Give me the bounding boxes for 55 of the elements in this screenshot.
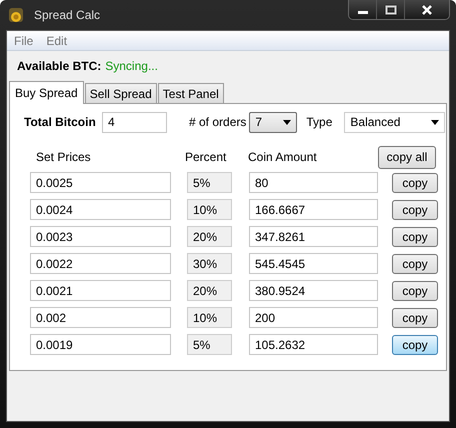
available-label: Available BTC:: [17, 59, 102, 75]
copy-button[interactable]: copy: [392, 172, 438, 192]
amount-field[interactable]: 105.2632: [249, 334, 378, 355]
minimize-icon: [358, 11, 368, 14]
menu-item[interactable]: File: [14, 34, 34, 48]
amount-field[interactable]: 347.8261: [249, 226, 378, 247]
price-field[interactable]: 0.0023: [30, 226, 171, 247]
column-header: Set Prices: [36, 150, 92, 164]
price-field[interactable]: 0.0022: [30, 253, 171, 274]
orders-dropdown[interactable]: 7: [249, 112, 298, 132]
copy-button[interactable]: copy: [392, 280, 438, 300]
type-label: Type: [306, 115, 332, 129]
price-field[interactable]: 0.0024: [30, 199, 171, 220]
orders-label: # of orders: [189, 115, 246, 129]
copy-button[interactable]: copy: [392, 226, 438, 246]
amount-field[interactable]: 80: [249, 172, 378, 193]
percent-field: 30%: [187, 253, 232, 274]
tab[interactable]: Sell Spread: [84, 83, 157, 103]
percent-field: 10%: [187, 307, 232, 328]
tab[interactable]: Buy Spread: [9, 81, 84, 104]
dropdown-arrow-icon: [283, 120, 292, 124]
amount-field[interactable]: 200: [249, 307, 378, 328]
copy-all-button[interactable]: copy all: [378, 146, 436, 168]
menu-item[interactable]: Edit: [46, 34, 68, 48]
percent-field: 5%: [187, 172, 232, 193]
price-field[interactable]: 0.002: [30, 307, 171, 328]
percent-field: 20%: [187, 280, 232, 301]
close-button[interactable]: [405, 0, 449, 19]
window-title: Spread Calc: [34, 8, 100, 22]
column-header: Percent: [185, 150, 228, 164]
percent-field: 5%: [187, 334, 232, 355]
app-icon: [8, 7, 24, 23]
amount-field[interactable]: 380.9524: [249, 280, 378, 301]
amount-field[interactable]: 545.4545: [249, 253, 378, 274]
minimize-button[interactable]: [349, 0, 377, 19]
copy-button[interactable]: copy: [392, 254, 438, 274]
sync-status: Syncing...: [105, 59, 158, 75]
price-field[interactable]: 0.0025: [30, 172, 171, 193]
tab[interactable]: Test Panel: [158, 83, 224, 103]
percent-field: 10%: [187, 199, 232, 220]
type-dropdown[interactable]: Balanced: [344, 112, 446, 132]
total-bitcoin-label: Total Bitcoin: [24, 115, 97, 129]
copy-button[interactable]: copy: [392, 308, 438, 328]
maximize-button[interactable]: [377, 0, 405, 19]
close-icon: [421, 4, 433, 14]
column-header: Coin Amount: [248, 150, 318, 164]
percent-field: 20%: [187, 226, 232, 247]
price-field[interactable]: 0.0021: [30, 280, 171, 301]
price-field[interactable]: 0.0019: [30, 334, 171, 355]
copy-button[interactable]: copy: [392, 334, 438, 354]
amount-field[interactable]: 166.6667: [249, 199, 378, 220]
copy-button[interactable]: copy: [392, 200, 438, 220]
maximize-icon: [384, 4, 396, 14]
dropdown-arrow-icon: [431, 120, 440, 124]
total-bitcoin-field[interactable]: 4: [102, 112, 167, 132]
